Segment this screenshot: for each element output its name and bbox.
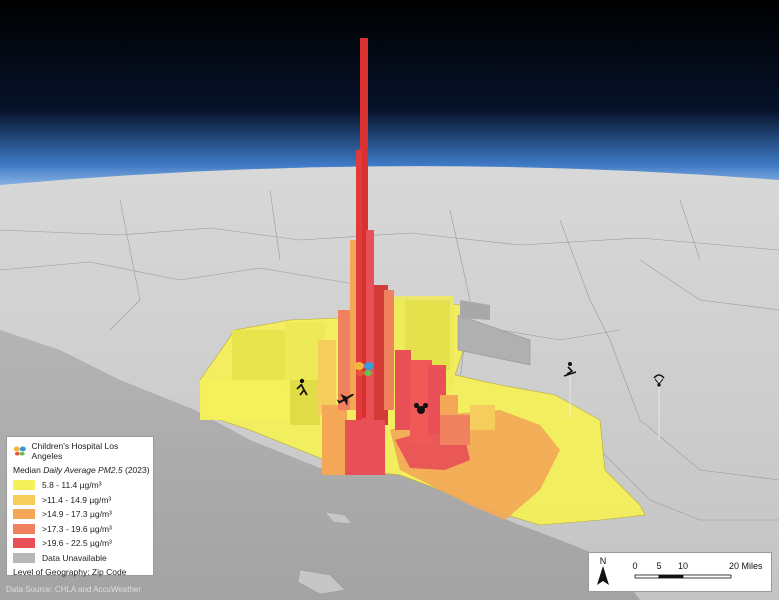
legend-class-row: 5.8 - 11.4 µg/m³ (13, 478, 147, 493)
scale-bar-segments (634, 574, 732, 579)
legend-class-row: >11.4 - 14.9 µg/m³ (13, 493, 147, 508)
legend-swatch (13, 480, 35, 491)
scale-bar-box: N 0 5 10 20 Miles (588, 552, 772, 592)
scale-bar-graphic: N 0 5 10 20 Miles (597, 556, 763, 585)
scale-tick-label: 5 (656, 561, 661, 571)
scale-tick-label: 10 (678, 561, 688, 571)
north-label: N (600, 556, 607, 566)
legend-class-label: >11.4 - 14.9 µg/m³ (42, 494, 112, 505)
legend-class-label: >19.6 - 22.5 µg/m³ (42, 538, 112, 549)
legend-geography-level: Level of Geography: Zip Code (13, 567, 127, 577)
legend-swatch (13, 552, 35, 563)
legend-class-row: >17.3 - 19.6 µg/m³ (13, 522, 147, 537)
legend-class-row: >14.9 - 17.3 µg/m³ (13, 507, 147, 522)
data-source-credit: Data Source: CHLA and AccuWeather (6, 585, 142, 594)
legend-class-label: 5.8 - 11.4 µg/m³ (42, 480, 102, 491)
scale-tick-label: 0 (632, 561, 637, 571)
map-legend: Children's Hospital Los Angeles Median D… (6, 436, 154, 577)
legend-swatch (13, 523, 35, 534)
scale-tick-label: 20 Miles (729, 561, 763, 571)
legend-hospital-label: Children's Hospital Los Angeles (31, 441, 119, 461)
legend-title: Median Daily Average PM2.5 (2023) (13, 465, 150, 475)
legend-class-label: Data Unavailable (42, 552, 107, 563)
legend-hospital-entry: Children's Hospital Los Angeles (13, 441, 147, 461)
butterfly-logo-icon (13, 446, 26, 456)
legend-class-row: >19.6 - 22.5 µg/m³ (13, 536, 147, 551)
legend-swatch (13, 538, 35, 549)
legend-class-row: Data Unavailable (13, 551, 147, 566)
north-arrow-icon: N (597, 556, 609, 585)
legend-class-label: >14.9 - 17.3 µg/m³ (42, 509, 112, 520)
legend-swatch (13, 509, 35, 520)
legend-swatch (13, 494, 35, 505)
legend-class-label: >17.3 - 19.6 µg/m³ (42, 523, 112, 534)
